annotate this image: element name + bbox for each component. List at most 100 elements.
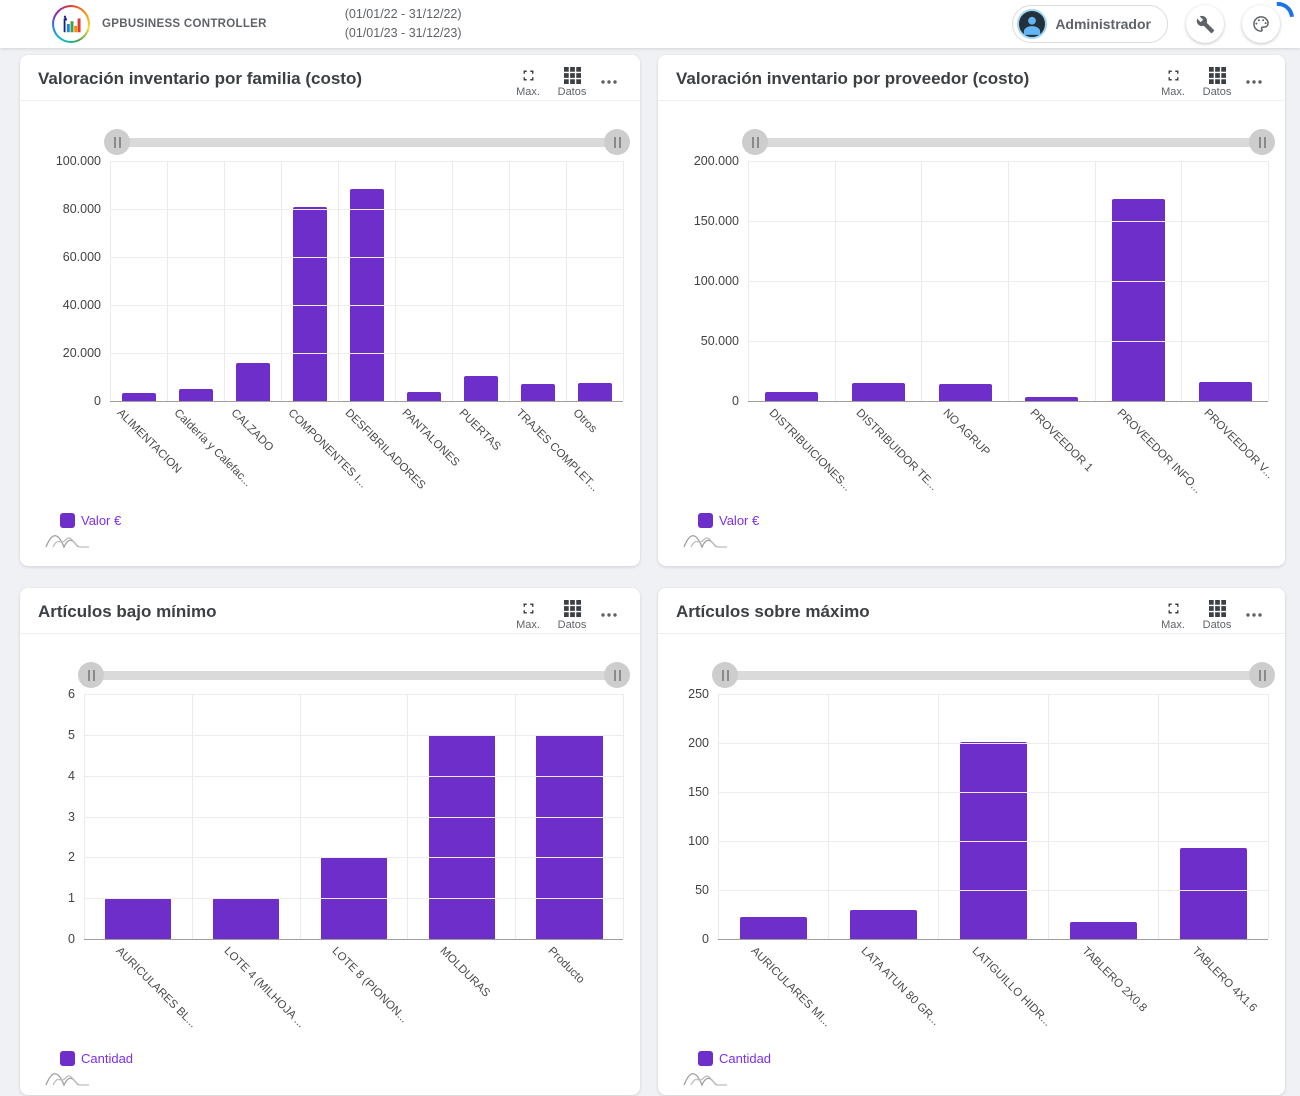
data-table-button[interactable]: Datos — [1195, 67, 1239, 101]
user-menu-button[interactable]: Administrador — [1012, 5, 1168, 43]
slider-handle-right[interactable] — [1249, 129, 1275, 155]
category-column — [718, 694, 828, 939]
app-header: GPBUSINESS CONTROLLER (01/01/22 - 31/12/… — [0, 0, 1300, 48]
plot-area — [748, 161, 1269, 401]
y-tick-label: 80.000 — [63, 202, 101, 216]
grid-icon — [1209, 67, 1226, 84]
chart-legend: Cantidad — [682, 1051, 1285, 1088]
x-axis-label: PROVEEDOR INFO... — [1114, 407, 1203, 496]
y-axis: 100.00080.00060.00040.00020.0000 — [38, 161, 110, 401]
bar[interactable] — [536, 735, 602, 939]
slider-track[interactable] — [84, 671, 624, 680]
x-axis: DISTRIBUICIONES...DISTRIBUIDOR TE...NO A… — [748, 401, 1269, 511]
ellipsis-icon — [601, 79, 617, 85]
bar[interactable] — [293, 207, 328, 401]
gridline — [718, 743, 1268, 744]
y-tick-label: 150.000 — [694, 214, 739, 228]
range-slider[interactable] — [748, 129, 1269, 155]
bar[interactable] — [213, 898, 279, 939]
bar[interactable] — [105, 898, 171, 939]
bar[interactable] — [740, 917, 808, 939]
chart-legend: Valor € — [682, 513, 1285, 550]
range-slider[interactable] — [110, 129, 624, 155]
y-tick-label: 60.000 — [63, 250, 101, 264]
legend-swatch — [698, 1051, 713, 1066]
bar[interactable] — [464, 376, 499, 401]
x-axis-label: AURICULARES BL... — [114, 945, 199, 1030]
bar[interactable] — [236, 363, 271, 401]
legend-label: Valor € — [81, 513, 121, 528]
more-options-button[interactable] — [1239, 67, 1269, 88]
slider-track[interactable] — [748, 138, 1269, 147]
bar[interactable] — [765, 392, 818, 401]
bar[interactable] — [521, 384, 556, 401]
legend-item[interactable]: Cantidad — [698, 1051, 1285, 1066]
gridline — [84, 898, 623, 899]
bar[interactable] — [407, 392, 442, 401]
range-slider[interactable] — [84, 662, 624, 688]
fullscreen-icon — [1165, 67, 1182, 84]
y-axis: 6543210 — [38, 694, 84, 939]
x-axis-label: PROVEEDOR 1 — [1027, 407, 1094, 474]
data-table-button[interactable]: Datos — [550, 67, 594, 101]
legend-item[interactable]: Cantidad — [60, 1051, 640, 1066]
x-axis: AURICULARES BL... LOTE 4 (MILHOJA ... LOTE… — [84, 939, 624, 1049]
maximize-button[interactable]: Max. — [506, 67, 550, 101]
category-column — [1158, 694, 1268, 939]
bar[interactable] — [179, 389, 214, 401]
gridline — [110, 353, 623, 354]
bar[interactable] — [1070, 922, 1138, 939]
y-tick-label: 100.000 — [56, 154, 101, 168]
y-tick-label: 150 — [688, 785, 709, 799]
maximize-button[interactable]: Max. — [506, 600, 550, 634]
bar[interactable] — [429, 735, 495, 939]
y-tick-label: 20.000 — [63, 346, 101, 360]
x-axis-label: LOTE 4 (MILHOJA ... — [222, 945, 307, 1030]
bar[interactable] — [852, 383, 905, 401]
slider-handle-left[interactable] — [78, 662, 104, 688]
x-axis-label: LOTE 8 (PIONON... — [330, 945, 410, 1025]
gridline — [84, 776, 623, 777]
panel-articulos-sobre-maximo: Artículos sobre máximo Max. Datos 250200… — [658, 588, 1285, 1095]
wrench-icon — [1196, 15, 1215, 34]
bar[interactable] — [939, 384, 992, 401]
category-column — [828, 694, 938, 939]
slider-track[interactable] — [718, 671, 1269, 680]
range-slider[interactable] — [718, 662, 1269, 688]
slider-track[interactable] — [110, 138, 624, 147]
y-axis: 250200150100500 — [676, 694, 718, 939]
slider-handle-right[interactable] — [604, 662, 630, 688]
tools-button[interactable] — [1186, 5, 1224, 43]
bar-chart: 250200150100500 AURICULARES MI...LATA AT… — [676, 662, 1269, 1049]
slider-handle-right[interactable] — [604, 129, 630, 155]
bar[interactable] — [122, 393, 157, 401]
data-table-button[interactable]: Datos — [1195, 600, 1239, 634]
x-axis-label: PROVEEDOR V... — [1201, 407, 1275, 481]
category-column — [509, 161, 566, 401]
bar[interactable] — [1199, 382, 1252, 401]
more-options-button[interactable] — [1239, 600, 1269, 621]
bar[interactable] — [1112, 199, 1165, 401]
y-tick-label: 3 — [68, 810, 75, 824]
slider-handle-left[interactable] — [104, 129, 130, 155]
more-options-button[interactable] — [594, 600, 624, 621]
legend-item[interactable]: Valor € — [698, 513, 1285, 528]
slider-handle-right[interactable] — [1249, 662, 1275, 688]
bar[interactable] — [350, 189, 385, 401]
gridline — [84, 735, 623, 736]
more-options-button[interactable] — [594, 67, 624, 88]
bar[interactable] — [1180, 848, 1248, 939]
gridline — [110, 161, 623, 162]
maximize-button[interactable]: Max. — [1151, 600, 1195, 634]
bar[interactable] — [578, 383, 613, 401]
fullscreen-icon — [1165, 600, 1182, 617]
slider-handle-left[interactable] — [742, 129, 768, 155]
legend-item[interactable]: Valor € — [60, 513, 640, 528]
bar[interactable] — [850, 910, 918, 939]
category-column — [1048, 694, 1158, 939]
data-table-button[interactable]: Datos — [550, 600, 594, 634]
distribution-curves-icon — [682, 1066, 730, 1088]
slider-handle-left[interactable] — [712, 662, 738, 688]
maximize-button[interactable]: Max. — [1151, 67, 1195, 101]
panel-valoracion-inventario-proveedor: Valoración inventario por proveedor (cos… — [658, 55, 1285, 566]
